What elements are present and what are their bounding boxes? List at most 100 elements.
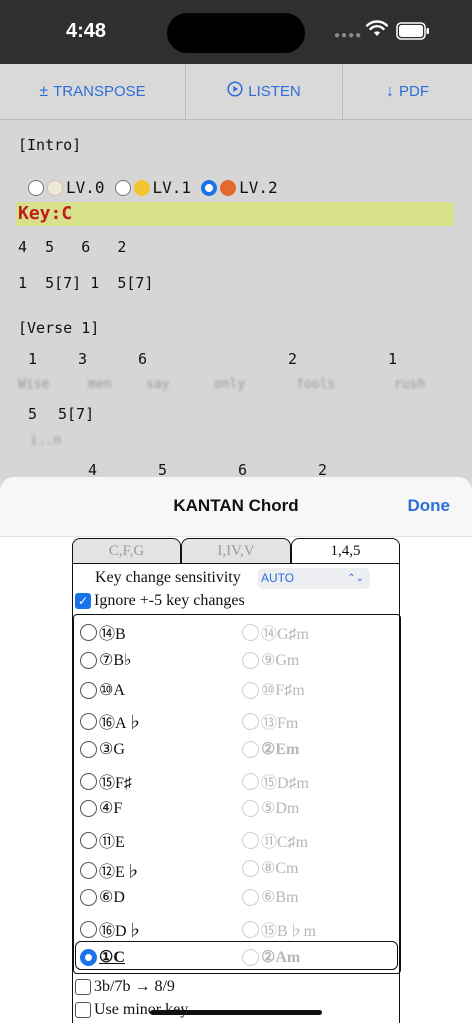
tab-roman-numerals[interactable]: I,IV,V	[181, 538, 291, 564]
minor-key-label: ②Am	[261, 949, 301, 966]
chord: 2	[288, 350, 298, 368]
chord: 1	[388, 350, 398, 368]
minor-key-option: ⑨Gm	[242, 650, 299, 670]
level-radio[interactable]	[201, 179, 218, 196]
sensitivity-select[interactable]: AUTO ⌃⌄	[258, 568, 370, 589]
minor-key-option: ⑩F♯m	[242, 680, 305, 700]
option-label: 3b/7b → 8/9	[94, 978, 175, 995]
radio	[242, 623, 259, 641]
radio[interactable]	[80, 623, 97, 641]
minor-key-option: ⑮D♯m	[242, 769, 309, 793]
tab-letter-names[interactable]: C,F,G	[72, 538, 181, 564]
key-row: ⑫E♭ ⑧Cm	[76, 853, 396, 882]
tab-bar: C,F,G I,IV,V 1,4,5	[72, 538, 400, 564]
ignore-key-changes-checkbox[interactable]: ✓ Ignore +-5 key changes	[75, 592, 245, 610]
radio	[242, 920, 259, 938]
minor-key-option: ⑥Bm	[242, 887, 298, 907]
major-key-label: ⑮F♯	[99, 775, 132, 792]
level-radio[interactable]	[114, 179, 131, 196]
level-option-1[interactable]: LV.1	[114, 178, 191, 197]
key-row: ⑩A ⑩F♯m	[76, 675, 396, 704]
major-key-option[interactable]: ①C	[80, 947, 125, 967]
done-button[interactable]: Done	[408, 496, 451, 516]
chord: 5[7]	[58, 405, 95, 423]
radio	[242, 859, 259, 877]
minor-key-option: ⑤Dm	[242, 798, 299, 818]
toolbar: ± TRANSPOSE LISTEN ↓ PDF	[0, 64, 472, 120]
radio[interactable]	[80, 920, 97, 938]
radio	[242, 772, 259, 790]
checkbox-icon[interactable]	[75, 1002, 91, 1018]
minor-key-label: ⑬Fm	[261, 715, 299, 732]
minor-key-label: ⑥Bm	[261, 889, 299, 906]
level-option-2[interactable]: LV.2	[201, 178, 278, 197]
modal-title: KANTAN Chord	[173, 496, 299, 515]
major-key-option[interactable]: ⑮F♯	[80, 769, 132, 793]
major-key-label: ⑭B	[99, 626, 126, 643]
transpose-button[interactable]: ± TRANSPOSE	[0, 64, 186, 119]
radio	[242, 888, 259, 906]
key-indicator: Key:C	[16, 202, 454, 226]
radio[interactable]	[80, 799, 97, 817]
radio[interactable]	[80, 681, 97, 699]
radio[interactable]	[80, 712, 97, 730]
checkbox-icon[interactable]	[75, 979, 91, 995]
radio	[242, 740, 259, 758]
listen-button[interactable]: LISTEN	[186, 64, 343, 119]
major-key-option[interactable]: ⑯A♭	[80, 709, 143, 733]
minor-key-option: ⑮B♭m	[242, 917, 316, 941]
section-verse: [Verse 1]	[18, 319, 100, 337]
major-key-option[interactable]: ⑥D	[80, 887, 125, 907]
major-key-label: ①C	[99, 949, 125, 966]
major-key-option[interactable]: ⑯D♭	[80, 917, 143, 941]
minor-key-label: ⑮B♭m	[261, 923, 317, 940]
radio[interactable]	[80, 861, 97, 879]
key-row: ⑪E ⑪C♯m	[76, 823, 396, 852]
status-bar: 4:48 ●●●●	[0, 0, 472, 64]
key-row: ④F ⑤Dm	[76, 793, 396, 822]
major-key-option[interactable]: ⑭B	[80, 620, 126, 644]
pdf-button[interactable]: ↓ PDF	[343, 64, 472, 119]
dynamic-island	[167, 13, 305, 53]
battery-icon	[396, 22, 429, 40]
level-label: LV.2	[239, 178, 278, 197]
minor-key-option: ⑪C♯m	[242, 828, 308, 852]
minor-key-option: ⑬Fm	[242, 709, 298, 733]
sensitivity-value: AUTO	[261, 571, 295, 585]
major-key-option[interactable]: ③G	[80, 739, 125, 759]
radio[interactable]	[80, 772, 97, 790]
key-row-selected: ①C ②Am	[75, 941, 398, 970]
key-row: ⑯A♭ ⑬Fm	[76, 704, 396, 733]
chord-row: 1 5[7] 1 5[7]	[18, 274, 154, 292]
lyric-word: men	[88, 377, 112, 392]
checkbox-checked-icon[interactable]: ✓	[75, 593, 91, 609]
tab-content: Key change sensitivity AUTO ⌃⌄ ✓ Ignore …	[72, 563, 401, 1023]
radio[interactable]	[80, 651, 97, 669]
major-key-option[interactable]: ⑫E♭	[80, 858, 141, 882]
chord: 3	[78, 350, 88, 368]
major-key-option[interactable]: ⑪E	[80, 828, 125, 852]
radio	[242, 712, 259, 730]
pdf-label: PDF	[399, 83, 429, 100]
flat-to-extension-checkbox[interactable]: 3b/7b → 8/9	[75, 978, 175, 996]
sensitivity-label: Key change sensitivity	[95, 569, 241, 586]
major-key-option[interactable]: ⑩A	[80, 680, 125, 700]
radio-selected[interactable]	[80, 948, 97, 966]
key-row: ⑭B ⑭G♯m	[76, 615, 396, 644]
level-radio[interactable]	[28, 179, 44, 196]
lyric-word: only	[214, 377, 246, 392]
minor-key-option: ②Am	[242, 947, 300, 967]
level-option-0[interactable]: LV.0	[28, 178, 105, 197]
tab-numbers[interactable]: 1,4,5	[291, 538, 400, 564]
major-key-label: ⑦B♭	[99, 652, 132, 669]
radio[interactable]	[80, 740, 97, 758]
radio[interactable]	[80, 888, 97, 906]
major-key-label: ⑫E♭	[99, 864, 141, 881]
radio[interactable]	[80, 831, 97, 849]
lyric-word: fools	[296, 377, 336, 392]
egg-icon	[47, 179, 63, 196]
major-key-option[interactable]: ④F	[80, 798, 122, 818]
minor-key-label: ⑩F♯m	[261, 682, 305, 699]
major-key-option[interactable]: ⑦B♭	[80, 650, 132, 670]
major-key-label: ③G	[99, 741, 125, 758]
